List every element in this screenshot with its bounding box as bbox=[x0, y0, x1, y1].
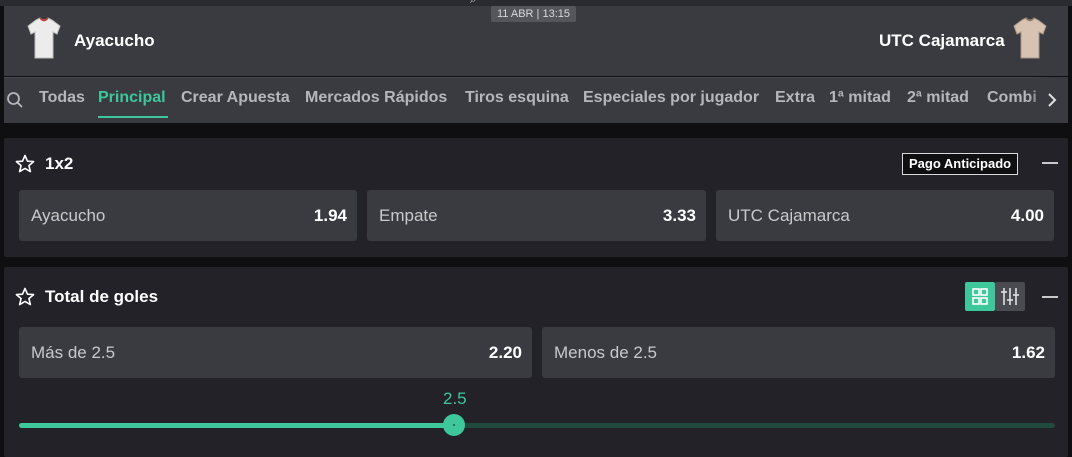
event-datetime: 11 ABR | 13:15 bbox=[491, 6, 576, 22]
collapse-minus-icon[interactable] bbox=[1042, 296, 1058, 298]
favorite-star-icon[interactable] bbox=[15, 154, 35, 174]
market-title-total-goles: Total de goles bbox=[45, 287, 159, 306]
early-payout-badge: Pago Anticipado bbox=[902, 153, 1019, 175]
tab-principal[interactable]: Principal bbox=[98, 89, 166, 107]
outcome-button-away[interactable]: UTC Cajamarca 4.00 bbox=[716, 190, 1054, 241]
goals-slider-fill bbox=[19, 423, 455, 428]
away-team-name: UTC Cajamarca bbox=[879, 31, 1005, 50]
tab-extra[interactable]: Extra bbox=[775, 89, 815, 107]
tab-crear-apuesta[interactable]: Crear Apuesta bbox=[181, 89, 290, 107]
tab-mercados-rapidos[interactable]: Mercados Rápidos bbox=[305, 89, 447, 107]
outcome-odds: 2.20 bbox=[488, 343, 522, 362]
tab-todas[interactable]: Todas bbox=[39, 89, 85, 107]
outcome-odds: 1.94 bbox=[313, 206, 347, 225]
tab-primera-mitad[interactable]: 1ª mitad bbox=[829, 89, 891, 107]
outcome-odds: 4.00 bbox=[1010, 206, 1044, 225]
outcome-odds: 1.62 bbox=[1011, 343, 1045, 362]
outcome-label: Menos de 2.5 bbox=[554, 343, 658, 362]
tab-segunda-mitad[interactable]: 2ª mitad bbox=[907, 89, 969, 107]
outcome-label: UTC Cajamarca bbox=[728, 206, 850, 225]
outcome-button-under[interactable]: Menos de 2.5 1.62 bbox=[542, 327, 1055, 378]
goals-slider-thumb[interactable] bbox=[443, 414, 466, 436]
top-partial-glyph: ⌕ bbox=[470, 0, 477, 7]
outcome-label: Ayacucho bbox=[31, 206, 106, 225]
outcome-button-draw[interactable]: Empate 3.33 bbox=[367, 190, 706, 241]
chevron-right-icon[interactable] bbox=[1044, 91, 1060, 109]
favorite-star-icon[interactable] bbox=[15, 287, 35, 307]
slider-value-label: 2.5 bbox=[443, 389, 467, 408]
grid-view-icon[interactable] bbox=[965, 282, 995, 311]
outcome-button-over[interactable]: Más de 2.5 2.20 bbox=[19, 327, 532, 378]
sliders-icon[interactable] bbox=[995, 282, 1025, 311]
outcome-button-home[interactable]: Ayacucho 1.94 bbox=[19, 190, 357, 241]
away-jersey-icon bbox=[1013, 17, 1047, 59]
outcome-odds: 3.33 bbox=[662, 206, 696, 225]
home-team-name: Ayacucho bbox=[74, 31, 155, 50]
collapse-minus-icon[interactable] bbox=[1042, 162, 1058, 164]
tab-especiales-jugador[interactable]: Especiales por jugador bbox=[583, 89, 759, 107]
market-title-1x2: 1x2 bbox=[45, 154, 74, 173]
outcome-label: Empate bbox=[379, 206, 438, 225]
home-jersey-icon bbox=[27, 17, 61, 59]
tab-tiros-esquina[interactable]: Tiros esquina bbox=[465, 89, 569, 107]
active-tab-indicator bbox=[98, 116, 168, 118]
outcome-label: Más de 2.5 bbox=[31, 343, 116, 362]
search-icon[interactable] bbox=[6, 91, 24, 109]
